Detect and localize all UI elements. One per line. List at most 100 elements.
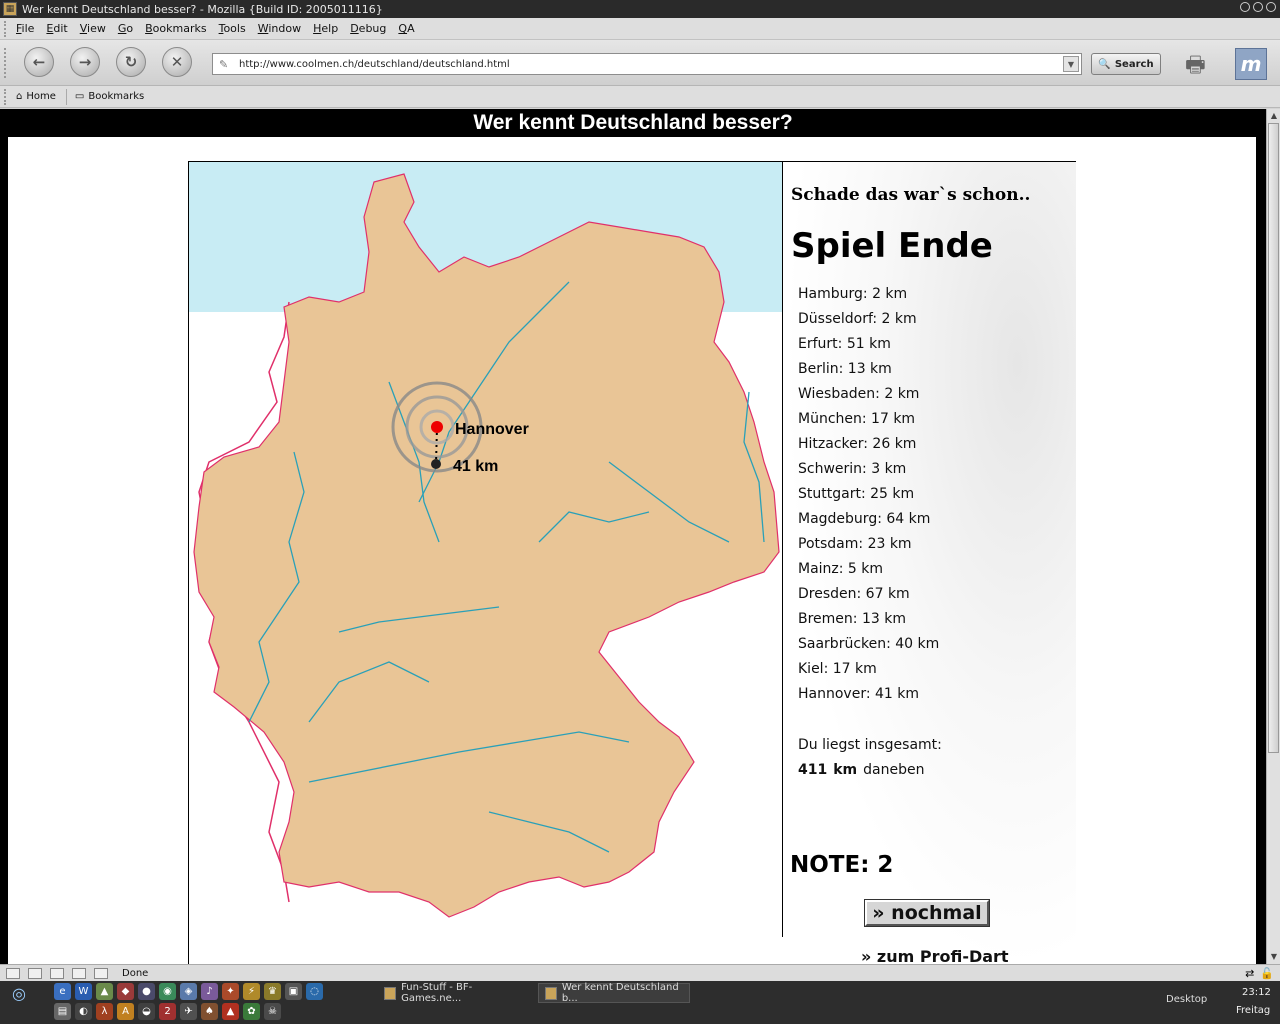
ie-icon[interactable]: e [54,983,71,1000]
scroll-down-icon[interactable]: ▼ [1268,951,1280,963]
play-again-button[interactable]: » nochmal [864,899,990,927]
grade-label: NOTE: 2 [790,852,894,878]
status-right: ⇄ 🔓 [1245,967,1274,980]
taskbar-task-funstuff[interactable]: Fun-Stuff - BF-Games.ne... [378,982,528,1004]
close-button[interactable] [1266,2,1276,12]
germany-map[interactable]: Hannover 41 km [189,162,783,937]
scrollbar-thumb[interactable] [1268,123,1279,753]
start-menu-icon[interactable]: ◎ [12,984,34,1004]
app-icon[interactable]: ▲ [222,1003,239,1020]
back-button[interactable]: ← [24,47,54,77]
app-icon[interactable]: ♠ [201,1003,218,1020]
app-icon[interactable]: ▤ [54,1003,71,1020]
menu-help[interactable]: Help [313,22,338,35]
search-icon: 🔍 [1098,58,1111,70]
reload-button[interactable]: ↻ [116,47,146,77]
personal-toolbar: ⌂ Home ▭ Bookmarks [0,86,1280,108]
menu-view[interactable]: View [80,22,106,35]
app-icon[interactable]: ◌ [306,983,323,1000]
stop-button[interactable]: ✕ [162,47,192,77]
menu-debug[interactable]: Debug [350,22,386,35]
app-icon[interactable]: ♛ [264,983,281,1000]
menu-go[interactable]: Go [118,22,133,35]
list-item: Kiel: 17 km [798,661,877,677]
app-icon[interactable]: ✦ [222,983,239,1000]
list-item: Düsseldorf: 2 km [798,311,917,327]
home-icon: ⌂ [16,91,23,102]
list-item: Berlin: 13 km [798,361,892,377]
list-item: Bremen: 13 km [798,611,906,627]
maximize-button[interactable] [1253,2,1263,12]
app-icon[interactable]: 2 [159,1003,176,1020]
taskbar-task-deutschland[interactable]: Wer kennt Deutschland b... [538,982,690,1004]
app-icon[interactable]: ✿ [243,1003,260,1020]
menu-edit[interactable]: Edit [46,22,67,35]
profi-dart-link[interactable]: » zum Profi-Dart [861,947,1009,964]
url-input[interactable] [235,58,1063,70]
list-item: Hamburg: 2 km [798,286,908,302]
app-icon[interactable]: ▣ [285,983,302,1000]
app-icon[interactable]: ◒ [138,1003,155,1020]
app-icon[interactable]: ● [138,983,155,1000]
chat-icon[interactable] [94,967,108,979]
list-item: Stuttgart: 25 km [798,486,915,502]
toolbar-grip[interactable] [4,20,8,37]
quicklaunch-row-1: e W ▲ ◆ ● ◉ ◈ ♪ ✦ ⚡ ♛ ▣ ◌ [54,983,323,1000]
navigator-icon[interactable] [6,967,20,979]
chevron-down-icon[interactable]: ▼ [1063,56,1079,72]
bookmarks-button[interactable]: ▭ Bookmarks [75,91,144,102]
window-titlebar: ▦ Wer kennt Deutschland besser? - Mozill… [0,0,1280,18]
url-bar[interactable]: ✎ ▼ [212,53,1082,75]
vertical-scrollbar[interactable]: ▲ ▼ [1266,109,1280,964]
total-value: 411 [798,762,828,778]
guess-dot [431,459,441,469]
mail-icon[interactable] [28,967,42,979]
app-icon[interactable]: ▲ [96,983,113,1000]
composer-icon[interactable] [50,967,64,979]
minimize-button[interactable] [1240,2,1250,12]
app-icon[interactable]: ☠ [264,1003,281,1020]
toolbar-grip[interactable] [4,48,8,78]
app-icon[interactable]: ⚡ [243,983,260,1000]
app-icon[interactable]: ✈ [180,1003,197,1020]
toolbar-grip[interactable] [4,88,8,105]
word-icon[interactable]: W [75,983,92,1000]
arrow-left-icon: ← [32,53,46,71]
clock-time: 23:12 [1242,987,1271,998]
total-label: Du liegst insgesamt: [798,737,942,753]
list-item: Dresden: 67 km [798,586,910,602]
list-item: Saarbrücken: 40 km [798,636,940,652]
status-text: Done [122,967,149,979]
menu-qa[interactable]: QA [398,22,414,35]
app-icon[interactable]: A [117,1003,134,1020]
app-icon[interactable]: ◈ [180,983,197,1000]
germany-map-svg: Hannover 41 km [189,162,782,918]
menu-file[interactable]: File [16,22,34,35]
mozilla-app-icon[interactable]: ▦ [3,2,17,16]
toolbar-separator [65,88,67,105]
throbber-icon[interactable]: m [1235,48,1267,80]
search-button[interactable]: 🔍 Search [1091,53,1161,75]
forward-button[interactable]: → [70,47,100,77]
page-title: Wer kennt Deutschland besser? [473,111,793,134]
menu-bar: File Edit View Go Bookmarks Tools Window… [0,18,1280,40]
total-unit: km [833,762,858,778]
app-icon[interactable]: ◆ [117,983,134,1000]
app-icon[interactable]: ◉ [159,983,176,1000]
folder-icon: ▭ [74,91,85,102]
addressbook-icon[interactable] [72,967,86,979]
result-panel: Schade das war`s schon.. Spiel Ende Hamb… [784,162,1076,964]
list-item: Hitzacker: 26 km [798,436,917,452]
menu-tools[interactable]: Tools [219,22,246,35]
status-bar: Done ⇄ 🔓 [0,964,1280,981]
window-controls [1240,2,1276,12]
steam-icon[interactable]: ◐ [75,1003,92,1020]
desktop-label[interactable]: Desktop [1166,994,1207,1005]
home-button[interactable]: ⌂ Home [16,91,56,102]
app-icon[interactable]: ♪ [201,983,218,1000]
print-icon[interactable]: 🖶 [1185,48,1221,78]
menu-window[interactable]: Window [258,22,301,35]
scroll-up-icon[interactable]: ▲ [1268,110,1280,122]
halflife-icon[interactable]: λ [96,1003,113,1020]
menu-bookmarks[interactable]: Bookmarks [145,22,206,35]
